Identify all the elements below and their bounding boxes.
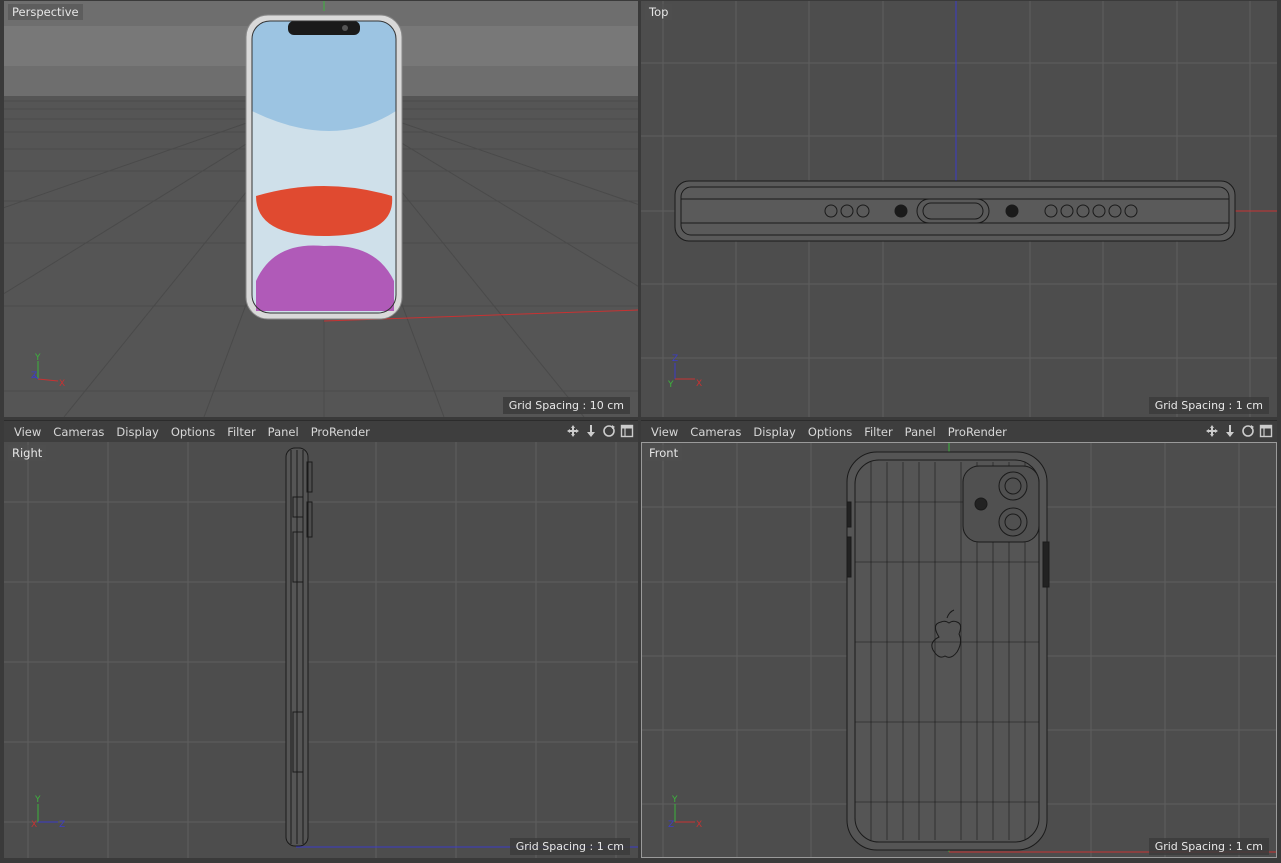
menu-view[interactable]: View (651, 425, 678, 439)
menu-view[interactable]: View (14, 425, 41, 439)
axis-gizmo-top: Z Y X (667, 354, 702, 390)
menu-panel[interactable]: Panel (905, 425, 936, 439)
menu-filter[interactable]: Filter (864, 425, 892, 439)
menu-options[interactable]: Options (808, 425, 852, 439)
grid-spacing-front: Grid Spacing : 1 cm (1148, 838, 1269, 855)
menu-panel[interactable]: Panel (268, 425, 299, 439)
viewport-label-right: Right (8, 445, 47, 461)
svg-text:X: X (59, 379, 65, 389)
rotate-view-icon[interactable] (601, 423, 616, 438)
viewport-menubar-left: View Cameras Display Options Filter Pane… (4, 420, 638, 443)
top-viewport[interactable]: Top Z Y X Grid Spacing : 1 cm (641, 1, 1277, 417)
svg-text:Y: Y (34, 353, 41, 363)
nav-icons-right (1204, 423, 1273, 438)
grid-spacing-top: Grid Spacing : 1 cm (1148, 397, 1269, 414)
move-view-icon[interactable] (565, 423, 580, 438)
right-viewport[interactable]: Right Y X Z Grid Spacing : 1 cm (4, 442, 638, 858)
svg-text:X: X (696, 820, 702, 830)
viewport-menubar-right: View Cameras Display Options Filter Pane… (641, 420, 1277, 443)
toggle-layout-icon[interactable] (1258, 423, 1273, 438)
phone-model-top (674, 180, 1236, 242)
front-viewport[interactable]: Front Y Z X Grid Spacing : 1 cm (641, 442, 1277, 858)
axis-gizmo-right: Y X Z (31, 795, 65, 830)
nav-icons-left (565, 423, 634, 438)
svg-text:Z: Z (31, 371, 37, 381)
right-scene (4, 442, 638, 858)
viewport-label-front: Front (645, 445, 683, 461)
svg-text:Y: Y (667, 380, 674, 390)
grid-spacing-right: Grid Spacing : 1 cm (509, 838, 630, 855)
dolly-view-icon[interactable] (583, 423, 598, 438)
svg-text:X: X (31, 820, 37, 830)
axis-gizmo-front: Y Z X (668, 795, 702, 830)
axis-gizmo-perspective: Y Z X (31, 353, 65, 389)
toggle-layout-icon[interactable] (619, 423, 634, 438)
perspective-viewport[interactable]: Perspective Y Z X Grid Spacing : 10 cm (4, 1, 638, 417)
phone-model-perspective (245, 14, 403, 320)
dolly-view-icon[interactable] (1222, 423, 1237, 438)
perspective-scene (4, 1, 638, 417)
phone-model-right (285, 447, 313, 847)
svg-text:Y: Y (671, 795, 678, 805)
top-scene (641, 1, 1277, 417)
menu-filter[interactable]: Filter (227, 425, 255, 439)
menu-prorender[interactable]: ProRender (311, 425, 370, 439)
menu-cameras[interactable]: Cameras (53, 425, 104, 439)
move-view-icon[interactable] (1204, 423, 1219, 438)
rotate-view-icon[interactable] (1240, 423, 1255, 438)
svg-text:Z: Z (59, 820, 65, 830)
menu-display[interactable]: Display (753, 425, 795, 439)
menu-cameras[interactable]: Cameras (690, 425, 741, 439)
front-scene (641, 442, 1277, 858)
svg-text:Y: Y (34, 795, 41, 805)
svg-text:X: X (696, 379, 702, 389)
svg-text:Z: Z (668, 820, 674, 830)
svg-text:Z: Z (672, 354, 678, 364)
menu-prorender[interactable]: ProRender (948, 425, 1007, 439)
phone-model-front (846, 451, 1050, 851)
menu-options[interactable]: Options (171, 425, 215, 439)
grid-spacing-perspective: Grid Spacing : 10 cm (502, 397, 630, 414)
viewport-label-perspective: Perspective (8, 4, 83, 20)
viewport-label-top: Top (645, 4, 673, 20)
menu-display[interactable]: Display (116, 425, 158, 439)
